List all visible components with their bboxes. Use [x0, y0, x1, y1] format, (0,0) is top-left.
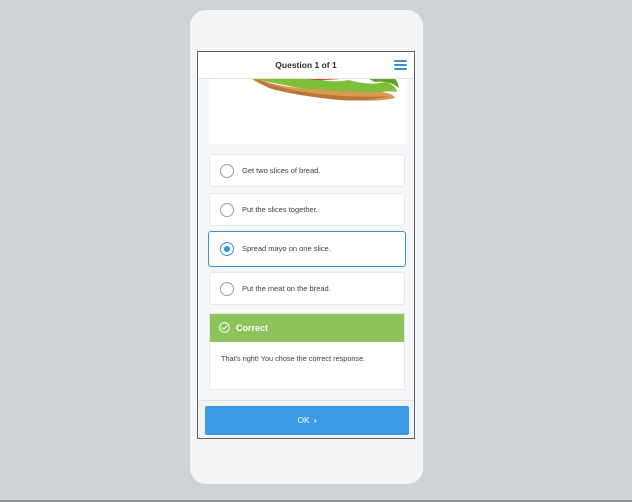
footer-bar: OK ›: [198, 400, 414, 438]
radio-button-icon[interactable]: [220, 282, 234, 296]
ok-button-label: OK: [297, 415, 310, 425]
answer-choice-3[interactable]: Spread mayo on one slice.: [208, 231, 406, 267]
radio-button-selected-icon[interactable]: [220, 242, 234, 256]
radio-button-icon[interactable]: [220, 164, 234, 178]
feedback-header: Correct: [210, 314, 404, 342]
radio-button-icon[interactable]: [220, 203, 234, 217]
answer-label: Spread mayo on one slice.: [242, 244, 331, 253]
app-stage: Get two slices of bread. Put the slices …: [0, 0, 632, 502]
hamburger-menu-icon[interactable]: [394, 60, 407, 70]
feedback-panel: Correct That's right! You chose the corr…: [209, 313, 405, 390]
ok-button[interactable]: OK ›: [205, 406, 409, 435]
top-bar: Question 1 of 1: [198, 52, 414, 79]
answer-choice-4[interactable]: Put the meat on the bread.: [209, 272, 405, 305]
feedback-title: Correct: [236, 323, 269, 333]
chevron-right-icon: ›: [313, 415, 317, 425]
answer-label: Get two slices of bread.: [242, 166, 321, 175]
answer-label: Put the meat on the bread.: [242, 284, 331, 293]
check-circle-icon: [219, 322, 230, 333]
answer-label: Put the slices together.: [242, 205, 318, 214]
feedback-message: That's right! You chose the correct resp…: [221, 354, 366, 363]
question-counter: Question 1 of 1: [275, 60, 337, 70]
answer-choice-2[interactable]: Put the slices together.: [209, 193, 405, 226]
answer-choice-1[interactable]: Get two slices of bread.: [209, 154, 405, 187]
quiz-screen: Get two slices of bread. Put the slices …: [197, 51, 415, 439]
quiz-content: Get two slices of bread. Put the slices …: [198, 52, 414, 438]
